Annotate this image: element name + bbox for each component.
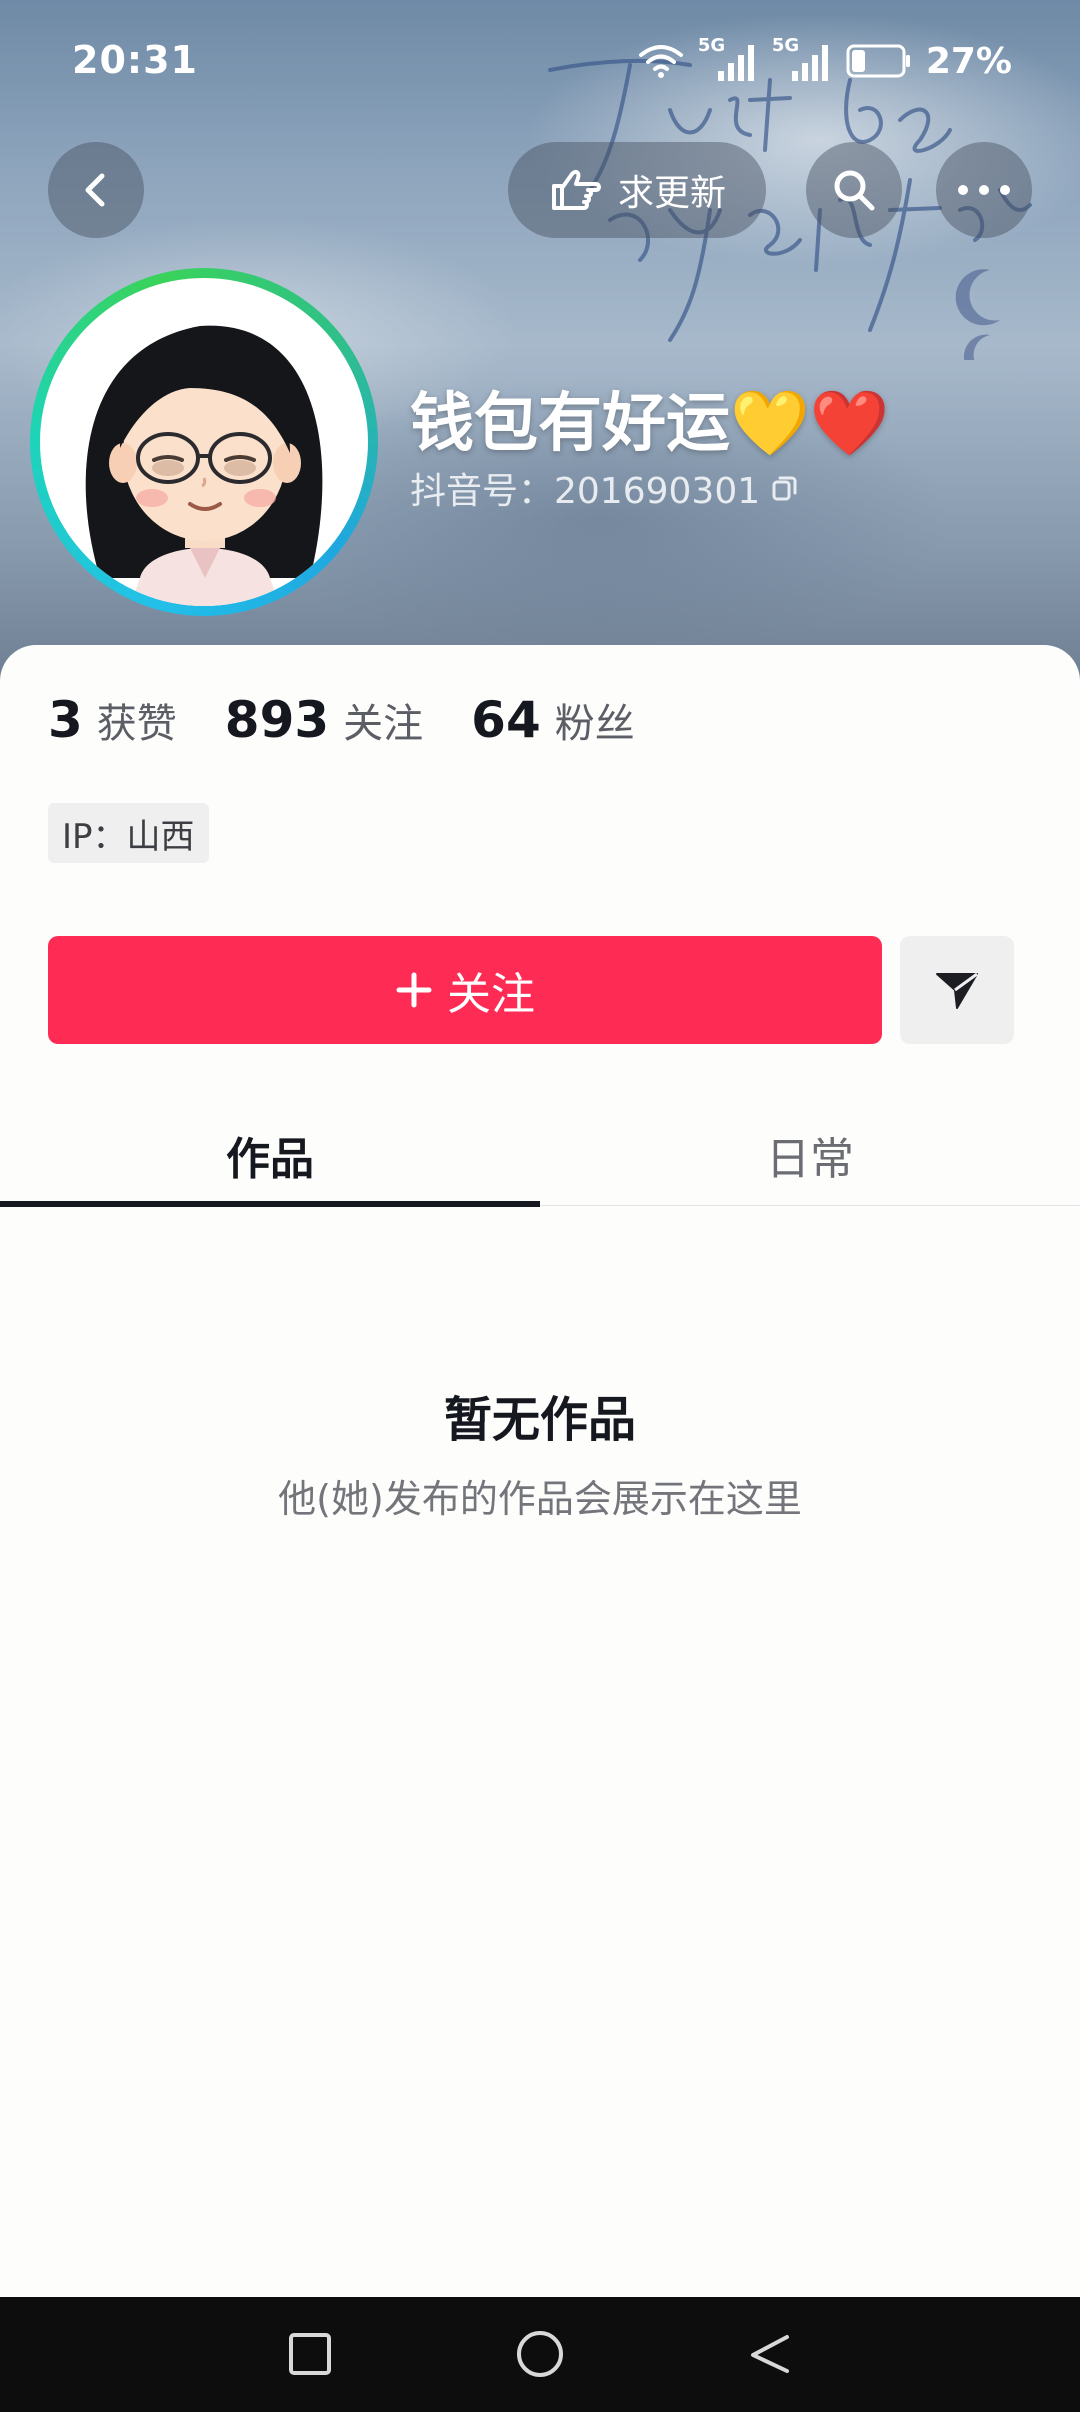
stat-following-label: 关注 — [343, 701, 424, 747]
wifi-icon — [638, 45, 683, 78]
battery-percent: 27% — [925, 40, 1012, 82]
search-button[interactable] — [806, 142, 902, 238]
status-time: 20:31 — [72, 38, 198, 82]
stat-followers-label: 粉丝 — [554, 701, 635, 747]
ip-location-tag: IP：山西 — [48, 803, 209, 863]
profile-id-text: 抖音号：201690301 — [410, 471, 761, 512]
back-button[interactable] — [48, 142, 144, 238]
follow-button[interactable]: 关注 — [48, 936, 882, 1044]
home-button[interactable] — [505, 2319, 575, 2389]
stat-following-value: 893 — [224, 691, 330, 749]
more-icon — [958, 185, 1010, 195]
stat-likes-label: 获赞 — [96, 701, 177, 747]
plus-icon — [396, 972, 432, 1008]
send-icon — [936, 972, 978, 1009]
stat-likes[interactable]: 3 获赞 — [48, 691, 177, 749]
stat-followers-value: 64 — [471, 691, 541, 749]
profile-cover: 20:31 5G 5G 27% 求更新 钱包有好运💛❤️ 抖音号：2016903… — [0, 0, 1080, 690]
battery-icon — [846, 44, 910, 78]
back-icon — [85, 173, 105, 207]
status-indicators: 5G 5G 27% — [638, 35, 1012, 86]
request-update-label: 求更新 — [617, 173, 726, 214]
stat-likes-value: 3 — [48, 691, 83, 749]
profile-name: 钱包有好运💛❤️ — [410, 387, 890, 461]
profile-id[interactable]: 抖音号：201690301 — [410, 462, 800, 514]
search-icon — [834, 170, 875, 211]
content-tabs: 作品 日常 — [0, 1105, 1080, 1207]
profile-content-card: 3 获赞 893 关注 64 粉丝 IP：山西 关注 作品 日常 暂无作品 他(… — [0, 645, 1080, 2297]
avatar[interactable] — [30, 268, 378, 616]
active-tab-indicator — [0, 1201, 540, 1207]
hand-point-icon — [551, 169, 601, 210]
signal-icon: 5G — [698, 35, 758, 83]
system-nav-bar — [0, 2297, 1080, 2412]
tab-works[interactable]: 作品 — [0, 1105, 540, 1205]
more-button[interactable] — [936, 142, 1032, 238]
empty-state-description: 他(她)发布的作品会展示在这里 — [278, 1477, 802, 1521]
recent-apps-button[interactable] — [275, 2319, 345, 2389]
tab-daily[interactable]: 日常 — [540, 1105, 1080, 1205]
share-button[interactable] — [900, 936, 1014, 1044]
recent-apps-icon — [289, 2333, 331, 2375]
follow-button-label: 关注 — [447, 969, 535, 1020]
empty-state-title: 暂无作品 — [443, 1392, 636, 1448]
request-update-button[interactable]: 求更新 — [508, 142, 766, 238]
nav-back-button[interactable] — [735, 2319, 805, 2389]
profile-stats: 3 获赞 893 关注 64 粉丝 — [48, 691, 635, 749]
avatar-image — [40, 278, 368, 606]
home-icon — [517, 2331, 563, 2377]
copy-icon[interactable] — [770, 473, 800, 503]
signal-icon: 5G — [772, 35, 832, 83]
status-bar: 20:31 5G 5G 27% — [0, 0, 1080, 120]
stat-followers[interactable]: 64 粉丝 — [471, 691, 635, 749]
stat-following[interactable]: 893 关注 — [225, 691, 423, 749]
avatar-illustration — [85, 325, 323, 606]
nav-back-icon — [751, 2335, 789, 2373]
profile-screen: 20:31 5G 5G 27% 求更新 钱包有好运💛❤️ 抖音号：2016903… — [0, 0, 1080, 2412]
